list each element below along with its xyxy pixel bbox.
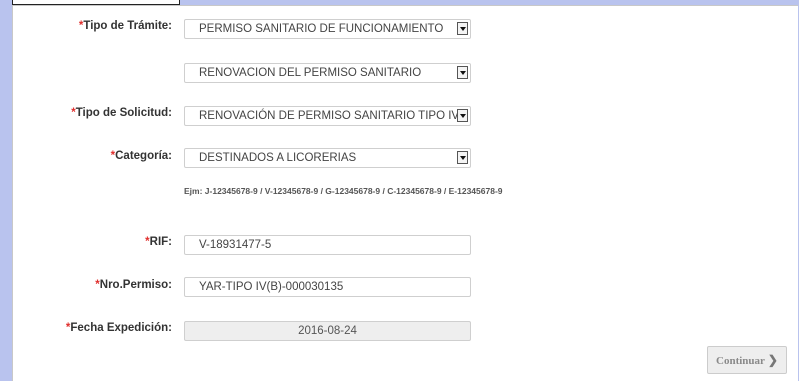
nro-permiso-input[interactable]: YAR-TIPO IV(B)-000030135 [184,277,471,297]
fecha-expedicion-label: *Fecha Expedición: [65,322,172,334]
chevron-right-icon: ❯ [767,353,778,367]
fecha-expedicion-value: 2016-08-24 [298,325,357,337]
chevron-down-icon[interactable] [457,66,468,79]
nro-permiso-label: *Nro.Permiso: [95,279,172,291]
categoria-value: DESTINADOS A LICORERIAS [199,152,357,164]
chevron-down-icon[interactable] [457,109,468,122]
rif-value: V-18931477-5 [199,239,272,251]
tipo-solicitud-value: RENOVACIÓN DE PERMISO SANITARIO TIPO IV [199,110,460,122]
form-panel: *Tipo de Trámite: PERMISO SANITARIO DE F… [12,5,798,381]
continuar-label: Continuar [716,355,765,367]
categoria-label: *Categoría: [110,150,172,162]
sub-tramite-select[interactable]: RENOVACION DEL PERMISO SANITARIO [184,63,471,83]
tipo-tramite-label: *Tipo de Trámite: [78,20,172,32]
tipo-solicitud-label: *Tipo de Solicitud: [71,107,172,119]
continuar-button[interactable]: Continuar ❯ [707,346,787,374]
rif-label: *RIF: [145,236,172,248]
nro-permiso-value: YAR-TIPO IV(B)-000030135 [199,281,344,293]
tipo-tramite-value: PERMISO SANITARIO DE FUNCIONAMIENTO [199,23,444,35]
chevron-down-icon[interactable] [457,22,468,35]
fecha-expedicion-input: 2016-08-24 [184,321,471,341]
sub-tramite-value: RENOVACION DEL PERMISO SANITARIO [199,67,422,79]
chevron-down-icon[interactable] [457,151,468,164]
categoria-select[interactable]: DESTINADOS A LICORERIAS [184,148,471,168]
rif-input[interactable]: V-18931477-5 [184,235,471,255]
tipo-solicitud-select[interactable]: RENOVACIÓN DE PERMISO SANITARIO TIPO IV [184,106,471,126]
tipo-tramite-select[interactable]: PERMISO SANITARIO DE FUNCIONAMIENTO [184,19,471,39]
rif-hint: Ejm: J-12345678-9 / V-12345678-9 / G-123… [184,186,503,196]
